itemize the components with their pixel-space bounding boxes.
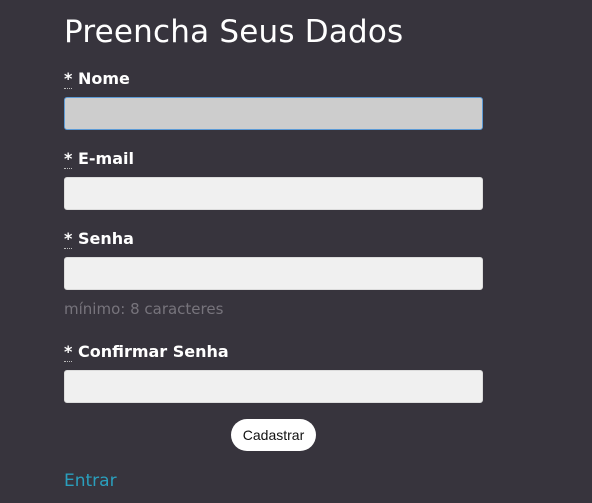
- password-hint: mínimo: 8 caracteres: [64, 300, 224, 318]
- confirm-password-label: * Confirmar Senha: [64, 342, 229, 362]
- name-input[interactable]: [64, 97, 483, 130]
- required-marker: *: [64, 342, 73, 362]
- password-label-text: Senha: [77, 229, 134, 248]
- email-label-text: E-mail: [77, 149, 134, 168]
- page-title: Preencha Seus Dados: [64, 14, 404, 50]
- submit-button[interactable]: Cadastrar: [231, 419, 316, 451]
- name-label-text: Nome: [77, 69, 130, 88]
- name-label: * Nome: [64, 69, 130, 89]
- confirm-password-label-text: Confirmar Senha: [77, 342, 229, 361]
- login-link[interactable]: Entrar: [64, 471, 117, 491]
- email-input[interactable]: [64, 177, 483, 210]
- confirm-password-input[interactable]: [64, 370, 483, 403]
- required-marker: *: [64, 229, 73, 249]
- required-marker: *: [64, 69, 73, 89]
- password-label: * Senha: [64, 229, 134, 249]
- required-marker: *: [64, 149, 73, 169]
- password-input[interactable]: [64, 257, 483, 290]
- email-label: * E-mail: [64, 149, 134, 169]
